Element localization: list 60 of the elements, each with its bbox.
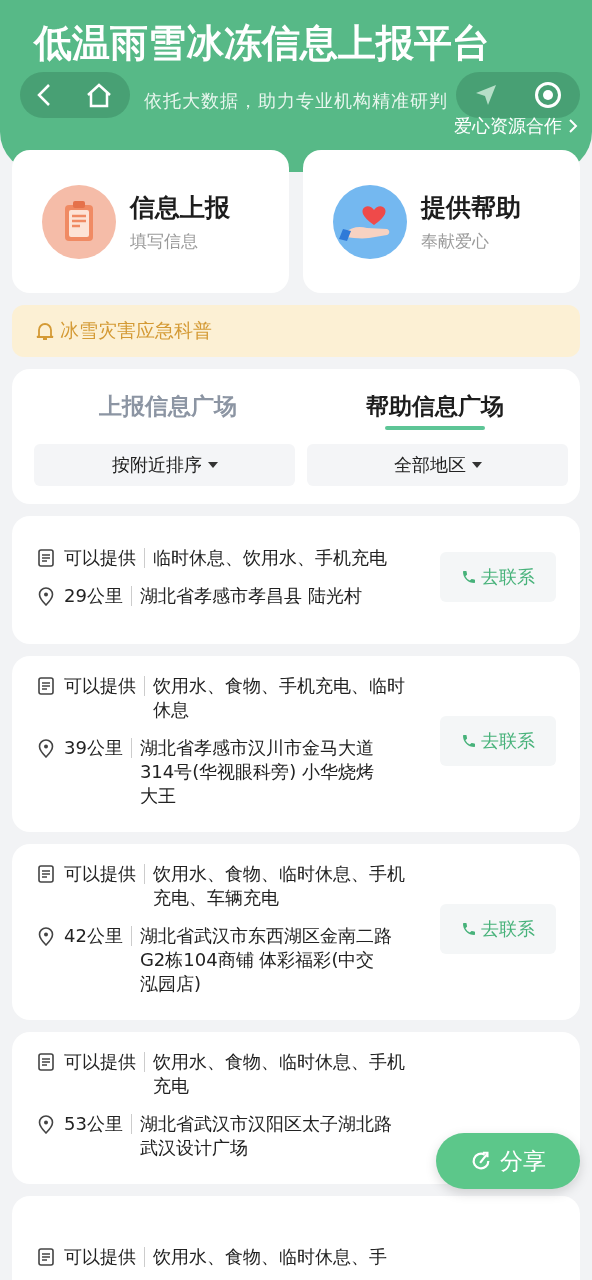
- contact-button[interactable]: 去联系: [440, 904, 556, 954]
- share-icon: [470, 1150, 492, 1172]
- notice-text: 冰雪灾害应急科普: [60, 318, 212, 343]
- address-text: 湖北省武汉市东西湖区金南二路G2栋104商铺 体彩福彩(中交泓园店): [139, 924, 392, 996]
- document-icon: [38, 1248, 54, 1266]
- document-icon: [38, 1053, 54, 1071]
- supply-text: 饮用水、食物、临时休息、手机充电: [153, 1050, 405, 1098]
- address-text: 湖北省孝感市汉川市金马大道314号(华视眼科旁) 小华烧烤大王: [139, 736, 376, 808]
- caret-icon: [207, 462, 218, 468]
- page-title: 低温雨雪冰冻信息上报平台: [32, 20, 491, 67]
- supply-label: 可以提供: [64, 548, 145, 568]
- address-text: 湖北省孝感市孝昌县 陆光村: [139, 584, 363, 608]
- heart-in-hand-icon: [333, 184, 407, 259]
- supply-label: 可以提供: [64, 676, 145, 696]
- distance-text: 29公里: [64, 586, 132, 606]
- distance-text: 39公里: [64, 738, 132, 758]
- phone-icon: [461, 733, 477, 749]
- action-card[interactable]: 提供帮助 奉献爱心: [303, 150, 580, 293]
- filter-dropdown[interactable]: 全部地区: [307, 444, 568, 486]
- clipboard-icon: [42, 184, 116, 259]
- supply-text: 饮用水、食物、手机充电、临时休息: [153, 674, 405, 722]
- action-subtitle: 奉献爱心: [421, 229, 490, 253]
- partner-link[interactable]: 爱心资源合作: [454, 114, 578, 138]
- page-subtitle: 依托大数据，助力专业机构精准研判: [144, 89, 448, 113]
- chevron-right-icon: [568, 118, 578, 134]
- contact-button[interactable]: 去联系: [440, 552, 556, 602]
- action-card[interactable]: 信息上报 填写信息: [12, 150, 289, 293]
- supply-text: 饮用水、食物、临时休息、手机充电、车辆充电: [153, 862, 405, 910]
- supply-label: 可以提供: [64, 1247, 145, 1267]
- document-icon: [38, 865, 54, 883]
- supply-label: 可以提供: [64, 864, 145, 884]
- phone-icon: [461, 569, 477, 585]
- address-text: 湖北省武汉市汉阳区太子湖北路武汉设计广场: [139, 1112, 392, 1160]
- bell-icon: [36, 321, 54, 341]
- location-pin-icon: [38, 1115, 54, 1134]
- record-icon[interactable]: [534, 81, 562, 109]
- tab[interactable]: 帮助信息广场: [301, 391, 568, 430]
- document-icon: [38, 549, 54, 567]
- distance-text: 42公里: [64, 926, 132, 946]
- distance-text: 53公里: [64, 1114, 132, 1134]
- caret-icon: [471, 462, 482, 468]
- location-pin-icon: [38, 739, 54, 758]
- supply-label: 可以提供: [64, 1052, 145, 1072]
- supply-text: 饮用水、食物、临时休息、手: [153, 1245, 388, 1269]
- tab[interactable]: 上报信息广场: [34, 391, 301, 430]
- supply-text: 临时休息、饮用水、手机充电: [153, 546, 388, 570]
- action-title: 提供帮助: [421, 191, 521, 224]
- location-pin-icon: [38, 927, 54, 946]
- location-pin-icon: [38, 587, 54, 606]
- contact-button[interactable]: 去联系: [440, 716, 556, 766]
- location-arrow-icon[interactable]: [474, 83, 498, 107]
- notice-bar[interactable]: 冰雪灾害应急科普: [12, 305, 580, 357]
- phone-icon: [461, 921, 477, 937]
- action-title: 信息上报: [130, 191, 230, 224]
- home-icon[interactable]: [85, 82, 113, 108]
- filter-dropdown[interactable]: 按附近排序: [34, 444, 295, 486]
- document-icon: [38, 677, 54, 695]
- back-icon[interactable]: [37, 83, 51, 107]
- share-button[interactable]: 分享: [436, 1133, 580, 1189]
- action-subtitle: 填写信息: [130, 229, 199, 253]
